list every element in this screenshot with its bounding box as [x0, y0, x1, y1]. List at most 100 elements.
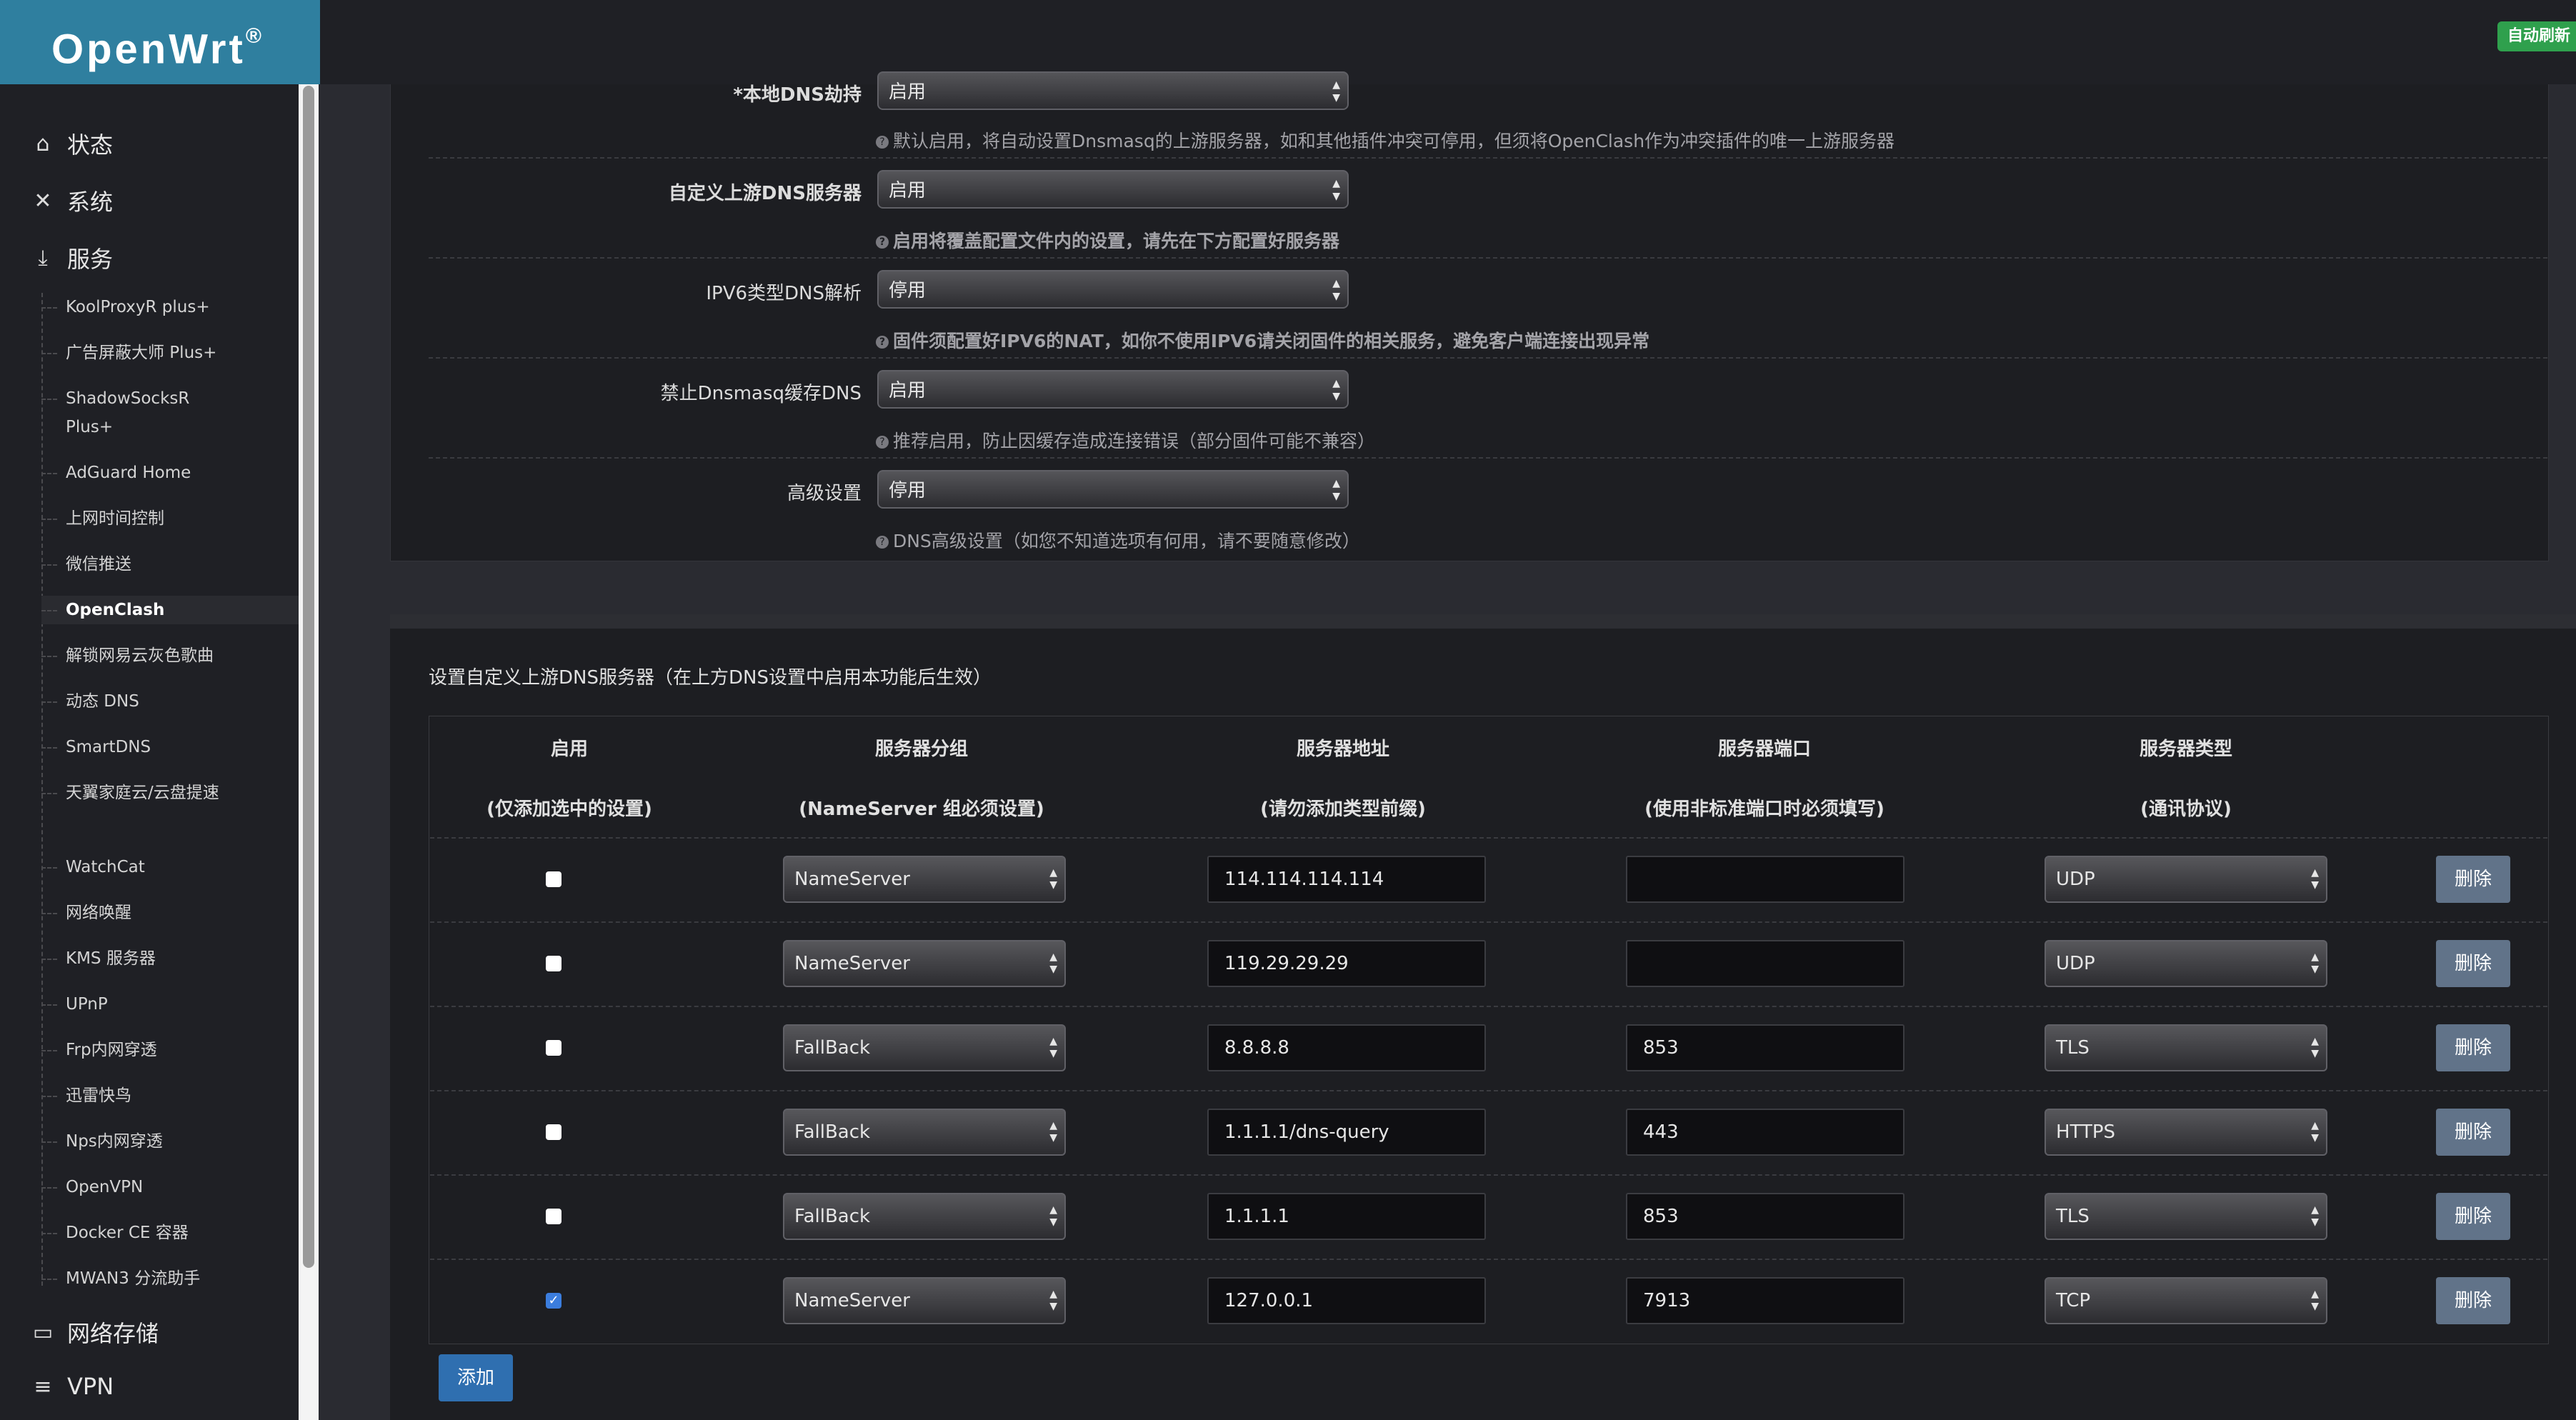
- chevron-updown-icon: ▲ ▼: [2311, 1289, 2319, 1312]
- server-address-input[interactable]: 127.0.0.1: [1207, 1277, 1486, 1324]
- sidebar-service-item[interactable]: 上网时间控制: [41, 504, 299, 533]
- server-port-input[interactable]: 7913: [1626, 1277, 1904, 1324]
- tree-branch: [41, 866, 57, 869]
- server-group-select[interactable]: NameServer ▲ ▼: [783, 1277, 1066, 1324]
- sidebar-service-item[interactable]: ShadowSocksR Plus+: [41, 384, 299, 441]
- delete-button[interactable]: 删除: [2436, 1193, 2510, 1240]
- delete-button[interactable]: 删除: [2436, 856, 2510, 903]
- server-type-select[interactable]: TCP ▲ ▼: [2045, 1277, 2327, 1324]
- sidebar-service-item[interactable]: 天翼家庭云/云盘提速: [41, 779, 299, 807]
- sidebar-service-label: 广告屏蔽大师 Plus+: [66, 344, 217, 362]
- delete-button[interactable]: 删除: [2436, 1024, 2510, 1071]
- server-address-input[interactable]: 1.1.1.1: [1207, 1193, 1486, 1240]
- openwrt-logo[interactable]: OpenWrt®: [0, 0, 320, 84]
- enable-checkbox[interactable]: [546, 956, 561, 971]
- column-header-title: 启用: [550, 739, 588, 760]
- setting-select-value: 停用: [889, 280, 927, 301]
- sidebar-service-item[interactable]: 广告屏蔽大师 Plus+: [41, 339, 299, 367]
- server-type-select[interactable]: TLS ▲ ▼: [2045, 1193, 2327, 1240]
- sidebar-service-item[interactable]: 解锁网易云灰色歌曲: [41, 641, 299, 670]
- sidebar-service-label: KMS 服务器: [66, 949, 156, 968]
- sidebar-service-item[interactable]: KMS 服务器: [41, 944, 299, 973]
- column-header-subtitle: (仅添加选中的设置): [486, 799, 652, 820]
- sidebar-service-item[interactable]: OpenVPN: [41, 1173, 299, 1201]
- setting-select[interactable]: 启用 ▲ ▼: [877, 170, 1349, 209]
- sidebar-item-1[interactable]: ✕ 系统: [29, 184, 113, 217]
- enable-checkbox[interactable]: ✓: [546, 1293, 561, 1309]
- server-address-input[interactable]: 119.29.29.29: [1207, 940, 1486, 987]
- enable-checkbox[interactable]: [546, 871, 561, 887]
- sidebar-item-0[interactable]: ⌂ 状态: [29, 127, 113, 160]
- sidebar-scroll-thumb[interactable]: [303, 86, 314, 1268]
- setting-select[interactable]: 启用 ▲ ▼: [877, 370, 1349, 409]
- server-port-input[interactable]: 853: [1626, 1193, 1904, 1240]
- setting-hint-text: 推荐启用，防止因缓存造成连接错误（部分固件可能不兼容）: [893, 431, 1376, 451]
- tree-branch: [41, 958, 57, 960]
- server-type-select[interactable]: UDP ▲ ▼: [2045, 940, 2327, 987]
- sidebar-service-item[interactable]: 微信推送: [41, 550, 299, 579]
- server-address-input[interactable]: 1.1.1.1/dns-query: [1207, 1109, 1486, 1156]
- server-port-input[interactable]: [1626, 856, 1904, 903]
- server-group-select[interactable]: FallBack ▲ ▼: [783, 1109, 1066, 1156]
- sidebar-item-2[interactable]: ⤓ 服务: [29, 241, 113, 274]
- sidebar-service-label: 解锁网易云灰色歌曲: [66, 646, 214, 665]
- chevron-updown-icon: ▲ ▼: [1332, 478, 1340, 502]
- setting-select[interactable]: 停用 ▲ ▼: [877, 270, 1349, 309]
- sidebar-service-item[interactable]: WatchCat: [41, 853, 299, 881]
- sidebar-item-bottom-1[interactable]: ≡ VPN: [29, 1373, 114, 1400]
- sidebar-service-item[interactable]: MWAN3 分流助手: [41, 1264, 299, 1293]
- delete-button[interactable]: 删除: [2436, 940, 2510, 987]
- sidebar-service-item[interactable]: 迅雷快鸟: [41, 1081, 299, 1110]
- server-type-select[interactable]: UDP ▲ ▼: [2045, 856, 2327, 903]
- sidebar-service-item[interactable]: 动态 DNS: [41, 687, 299, 716]
- add-button[interactable]: 添加: [439, 1354, 513, 1401]
- server-type-select[interactable]: TLS ▲ ▼: [2045, 1024, 2327, 1071]
- tree-branch: [41, 352, 57, 354]
- server-group-select[interactable]: FallBack ▲ ▼: [783, 1193, 1066, 1240]
- sidebar-service-label: SmartDNS: [66, 738, 151, 756]
- help-icon: ?: [876, 336, 889, 349]
- sidebar-service-item[interactable]: KoolProxyR plus+: [41, 293, 299, 321]
- sidebar-service-label: OpenClash: [66, 601, 165, 619]
- server-group-select[interactable]: NameServer ▲ ▼: [783, 940, 1066, 987]
- sidebar-service-item[interactable]: 网络唤醒: [41, 899, 299, 927]
- setting-hint-text: DNS高级设置（如您不知道选项有何用，请不要随意修改）: [893, 531, 1360, 551]
- delete-button[interactable]: 删除: [2436, 1277, 2510, 1324]
- server-port-input[interactable]: [1626, 940, 1904, 987]
- setting-label: 自定义上游DNS服务器: [668, 183, 862, 204]
- sidebar-item-bottom-0[interactable]: ▭ 网络存储: [29, 1316, 159, 1349]
- server-group-select[interactable]: NameServer ▲ ▼: [783, 856, 1066, 903]
- sidebar-item-label: 系统: [67, 189, 114, 216]
- tree-branch: [41, 398, 57, 400]
- sidebar-service-item[interactable]: AdGuard Home: [41, 459, 299, 487]
- server-group-value: FallBack: [794, 1037, 871, 1059]
- sidebar-service-item[interactable]: Nps内网穿透: [41, 1127, 299, 1156]
- setting-select[interactable]: 停用 ▲ ▼: [877, 470, 1349, 509]
- server-port-input[interactable]: 853: [1626, 1024, 1904, 1071]
- sidebar-service-item[interactable]: UPnP: [41, 990, 299, 1019]
- sidebar-service-item[interactable]: OpenClash: [41, 596, 299, 624]
- column-header-subtitle: (请勿添加类型前缀): [1260, 799, 1426, 820]
- setting-hint-text: 固件须配置好IPV6的NAT，如你不使用IPV6请关闭固件的相关服务，避免客户端…: [893, 331, 1650, 351]
- enable-checkbox[interactable]: [546, 1040, 561, 1056]
- server-type-select[interactable]: HTTPS ▲ ▼: [2045, 1109, 2327, 1156]
- setting-label: *本地DNS劫持: [733, 84, 862, 106]
- sidebar-service-item[interactable]: SmartDNS: [41, 733, 299, 761]
- auto-refresh-badge[interactable]: 自动刷新: [2497, 21, 2576, 51]
- server-type-value: TCP: [2056, 1290, 2091, 1311]
- sidebar-service-label: 迅雷快鸟: [66, 1086, 131, 1105]
- enable-checkbox[interactable]: [546, 1209, 561, 1224]
- enable-checkbox[interactable]: [546, 1124, 561, 1140]
- server-type-value: HTTPS: [2056, 1121, 2116, 1143]
- server-group-select[interactable]: FallBack ▲ ▼: [783, 1024, 1066, 1071]
- setting-select[interactable]: 启用 ▲ ▼: [877, 71, 1349, 110]
- sidebar-service-item[interactable]: Docker CE 容器: [41, 1219, 299, 1247]
- sidebar-service-item[interactable]: Frp内网穿透: [41, 1036, 299, 1064]
- section-divider: [390, 614, 2576, 630]
- server-port-input[interactable]: 443: [1626, 1109, 1904, 1156]
- sidebar-service-label: UPnP: [66, 995, 108, 1014]
- server-address-input[interactable]: 8.8.8.8: [1207, 1024, 1486, 1071]
- tree-branch: [41, 1278, 57, 1280]
- server-address-input[interactable]: 114.114.114.114: [1207, 856, 1486, 903]
- delete-button[interactable]: 删除: [2436, 1109, 2510, 1156]
